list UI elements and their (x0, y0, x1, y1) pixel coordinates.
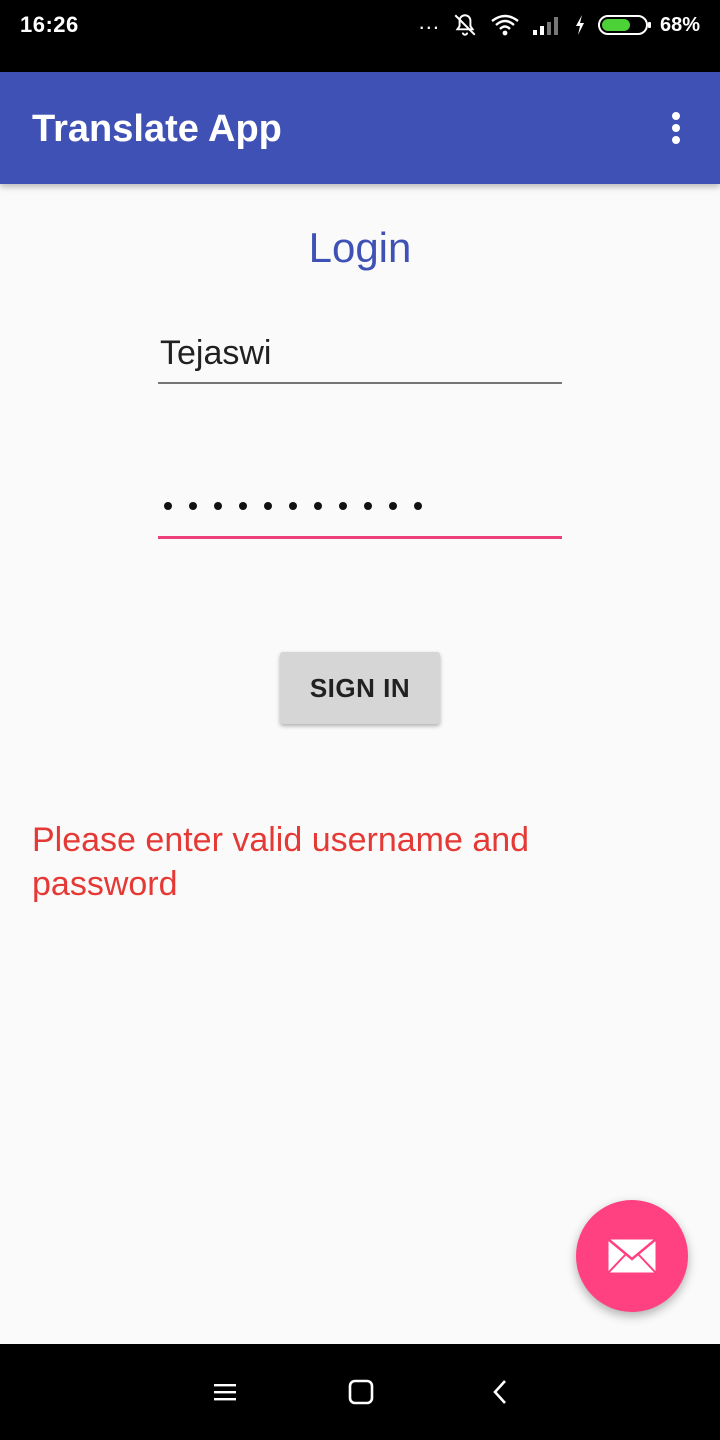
password-dot (239, 502, 247, 510)
email-fab-button[interactable] (576, 1200, 688, 1312)
more-notifications-icon: ... (418, 9, 440, 34)
battery-percent: 68% (659, 13, 700, 36)
navigation-bar (0, 1344, 720, 1440)
password-dot (189, 502, 197, 510)
menu-icon[interactable] (201, 1368, 249, 1416)
app-bar: Translate App (0, 72, 720, 184)
error-message: Please enter valid username and password (32, 821, 530, 903)
password-dot (389, 502, 397, 510)
battery-level (601, 19, 631, 31)
password-dot (339, 502, 347, 510)
password-dot (264, 502, 272, 510)
menu-dot (672, 112, 680, 120)
charging-icon (575, 15, 584, 35)
more-vert-icon[interactable] (656, 106, 696, 150)
signal-icon (532, 17, 558, 35)
notifications-off-icon (454, 14, 476, 36)
password-dot (414, 502, 422, 510)
back-icon[interactable] (476, 1368, 524, 1416)
password-dot (164, 502, 172, 510)
password-field[interactable] (158, 484, 562, 539)
password-dot (289, 502, 297, 510)
password-mask (158, 484, 562, 510)
login-heading: Login (308, 224, 412, 271)
email-icon (607, 1238, 657, 1274)
username-field[interactable]: Tejaswi (158, 330, 562, 384)
password-dot (314, 502, 322, 510)
status-time: 16:26 (20, 12, 79, 37)
home-icon[interactable] (337, 1368, 385, 1416)
password-dot (214, 502, 222, 510)
menu-dot (672, 136, 680, 144)
wifi-icon (491, 14, 519, 36)
sign-in-button[interactable]: SIGN IN (280, 652, 440, 724)
status-icons: ... 68% (418, 9, 700, 40)
password-dot (364, 502, 372, 510)
status-bar: 16:26 ... 68% (0, 0, 720, 72)
menu-dot (672, 124, 680, 132)
username-value: Tejaswi (160, 334, 272, 372)
battery-icon (597, 15, 651, 35)
app-title: Translate App (32, 108, 282, 150)
